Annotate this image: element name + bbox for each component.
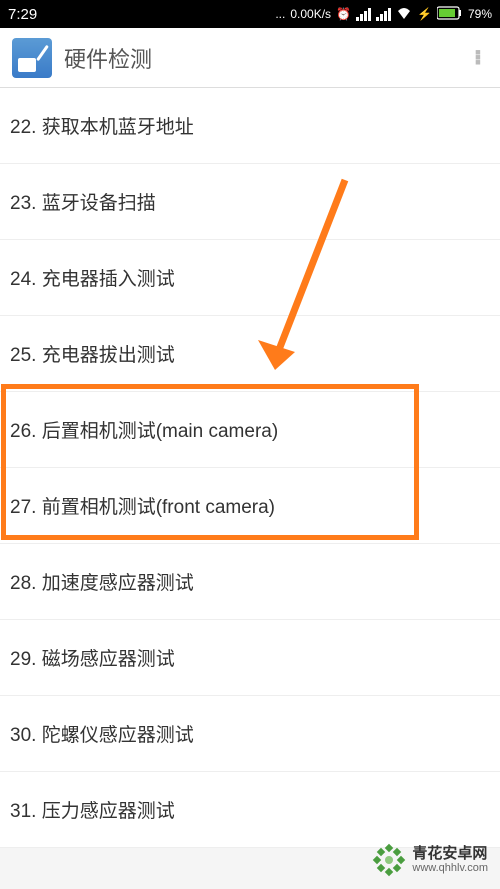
wifi-icon bbox=[396, 7, 412, 22]
net-speed: 0.00K/s bbox=[290, 7, 331, 21]
overflow-menu-icon[interactable]: ▪▪▪ bbox=[468, 50, 488, 65]
page-title: 硬件检测 bbox=[64, 42, 468, 74]
watermark-title: 青花安卓网 bbox=[412, 846, 488, 863]
status-right: ... 0.00K/s ⏰ ⚡ 79% bbox=[275, 6, 492, 23]
battery-pct: 79% bbox=[468, 7, 492, 21]
list-item[interactable]: 27. 前置相机测试(front camera) bbox=[0, 468, 500, 544]
watermark-text: 青花安卓网 www.qhhlv.com bbox=[412, 846, 488, 875]
battery-icon bbox=[437, 6, 463, 23]
list-item[interactable]: 28. 加速度感应器测试 bbox=[0, 544, 500, 620]
list-item[interactable]: 24. 充电器插入测试 bbox=[0, 240, 500, 316]
list-item[interactable]: 30. 陀螺仪感应器测试 bbox=[0, 696, 500, 772]
signal-icon-1 bbox=[356, 8, 371, 21]
test-list: 22. 获取本机蓝牙地址 23. 蓝牙设备扫描 24. 充电器插入测试 25. … bbox=[0, 88, 500, 848]
watermark-logo-icon bbox=[372, 843, 406, 877]
app-icon bbox=[12, 38, 52, 78]
list-item[interactable]: 26. 后置相机测试(main camera) bbox=[0, 392, 500, 468]
status-dots: ... bbox=[275, 7, 285, 21]
watermark: 青花安卓网 www.qhhlv.com bbox=[372, 843, 488, 877]
list-item[interactable]: 22. 获取本机蓝牙地址 bbox=[0, 88, 500, 164]
list-item[interactable]: 25. 充电器拔出测试 bbox=[0, 316, 500, 392]
list-item[interactable]: 31. 压力感应器测试 bbox=[0, 772, 500, 848]
signal-icon-2 bbox=[376, 8, 391, 21]
flash-icon: ⚡ bbox=[417, 7, 432, 21]
list-item[interactable]: 29. 磁场感应器测试 bbox=[0, 620, 500, 696]
app-header: 硬件检测 ▪▪▪ bbox=[0, 28, 500, 88]
watermark-url: www.qhhlv.com bbox=[412, 862, 488, 874]
alarm-icon: ⏰ bbox=[336, 7, 351, 21]
status-time: 7:29 bbox=[8, 6, 37, 23]
list-item[interactable]: 23. 蓝牙设备扫描 bbox=[0, 164, 500, 240]
status-bar: 7:29 ... 0.00K/s ⏰ ⚡ 79% bbox=[0, 0, 500, 28]
